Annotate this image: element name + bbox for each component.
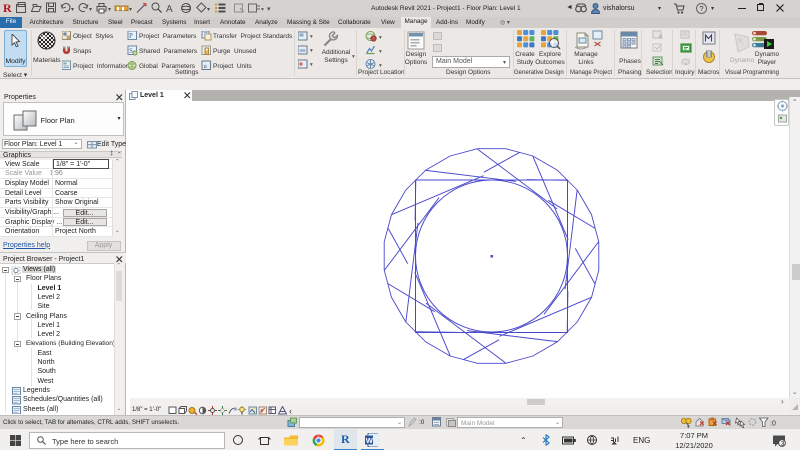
svg-text:▾: ▾ <box>207 7 210 13</box>
svg-text:▾: ▾ <box>379 35 382 41</box>
svg-text:▾: ▾ <box>267 6 271 13</box>
svg-text:▾: ▾ <box>71 7 74 13</box>
svg-text:▾: ▾ <box>310 62 313 68</box>
svg-text:P: P <box>129 32 133 40</box>
svg-text:S: S <box>129 47 133 55</box>
svg-text:▾: ▾ <box>89 7 92 13</box>
svg-text:▾: ▾ <box>379 49 382 55</box>
svg-text:Project Information: Project Information <box>73 63 130 70</box>
svg-text:Shared Parameters: Shared Parameters <box>139 48 198 55</box>
svg-text:▾: ▾ <box>310 34 313 40</box>
svg-text:3: 3 <box>781 441 785 448</box>
svg-text:▾: ▾ <box>108 7 111 13</box>
svg-text:Snaps: Snaps <box>73 48 92 55</box>
svg-text:A: A <box>166 4 173 15</box>
svg-text:Purge Unused: Purge Unused <box>213 48 257 55</box>
svg-text:▾: ▾ <box>129 7 132 13</box>
svg-text:Transfer Project Standards: Transfer Project Standards <box>213 33 293 40</box>
svg-text:W: W <box>366 436 374 445</box>
svg-text:▾: ▾ <box>310 48 313 54</box>
svg-text:Object Styles: Object Styles <box>73 33 114 40</box>
svg-text:Project Units: Project Units <box>213 63 252 70</box>
svg-text:▾: ▾ <box>261 7 264 13</box>
svg-text:Project Parameters: Project Parameters <box>139 33 197 40</box>
svg-text::0: :0 <box>770 421 776 428</box>
